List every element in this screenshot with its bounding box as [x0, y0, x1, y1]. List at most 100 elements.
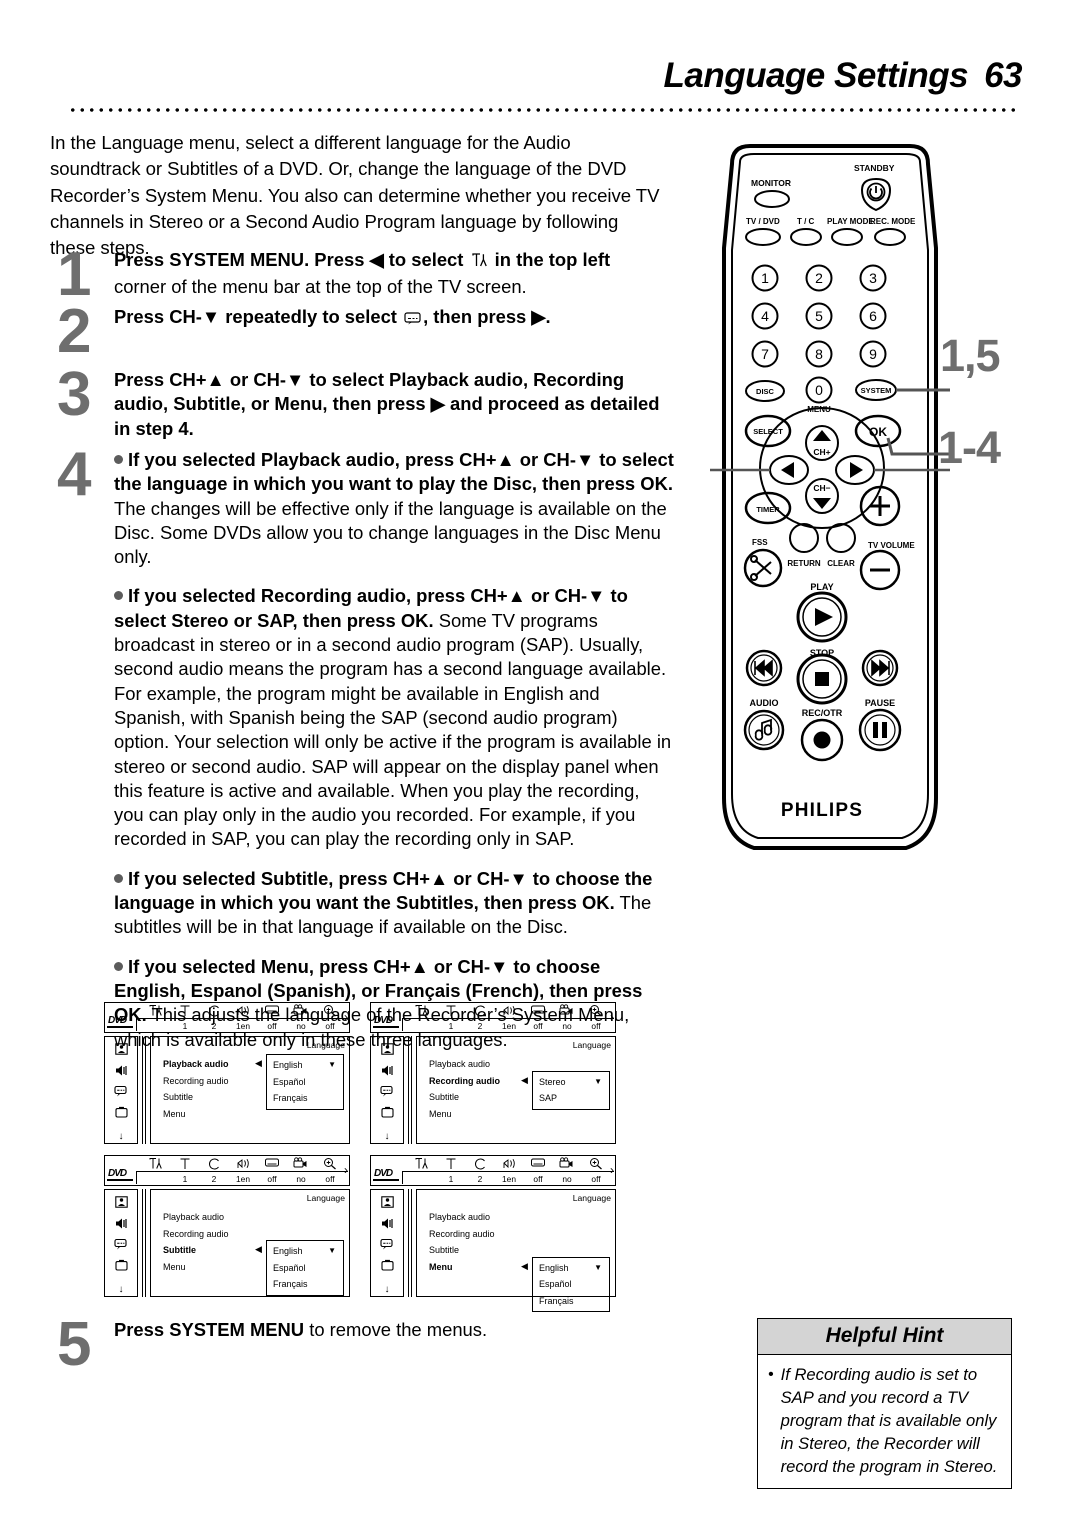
- picture-icon[interactable]: [371, 1196, 403, 1212]
- header-divider: [68, 108, 1020, 112]
- chevron-right-icon: ›: [344, 1010, 348, 1024]
- step-4-b3-bold: If you selected Subtitle, press CH+▲ or …: [114, 867, 653, 914]
- dvd-logo: DVD: [372, 1168, 400, 1181]
- dvd-logo: DVD: [106, 1168, 134, 1181]
- features-icon[interactable]: [105, 1259, 137, 1275]
- osd-item[interactable]: Recording audio: [429, 1226, 519, 1243]
- osd-sidebar: ↓: [104, 1189, 138, 1297]
- osd-screen-body: ↓ Language Playback audio Recording audio Su…: [370, 1189, 616, 1312]
- page-title: Language Settings 63: [663, 56, 1022, 96]
- osd-item-list: Playback audio Recording audio Subtitle Men…: [163, 1056, 253, 1122]
- bullet-icon: [114, 961, 123, 971]
- step-4-b1-plain: The changes will be effective only if th…: [114, 497, 667, 568]
- osd-screen-recording-audio: DVD 1 2 1en off no off › ↓ Language Playback audio…: [370, 1002, 618, 1144]
- helpful-hint-body: • If Recording audio is set to SAP and y…: [758, 1355, 1011, 1488]
- osd-option[interactable]: SAP: [533, 1090, 609, 1107]
- osd-item[interactable]: Subtitle: [163, 1089, 253, 1106]
- osd-item[interactable]: Playback audio: [163, 1209, 253, 1226]
- key-8: 8: [815, 346, 823, 362]
- osd-option[interactable]: English ▼: [267, 1057, 343, 1074]
- features-icon[interactable]: [371, 1259, 403, 1275]
- pause-label: PAUSE: [865, 698, 895, 708]
- osd-option[interactable]: Français: [267, 1276, 343, 1293]
- tv-dvd-label: TV / DVD: [746, 217, 780, 226]
- osd-item[interactable]: Menu: [429, 1106, 519, 1123]
- helpful-hint-box: Helpful Hint • If Recording audio is set…: [757, 1318, 1012, 1489]
- osd-item[interactable]: Subtitle: [429, 1089, 519, 1106]
- step-4-b1-bold: If you selected Playback audio, press CH…: [114, 449, 674, 495]
- ok-label: OK: [869, 425, 887, 439]
- osd-option[interactable]: Stereo ▼: [533, 1074, 609, 1091]
- osd-option[interactable]: Français: [533, 1293, 609, 1310]
- osd-panel: Language Playback audio Recording audio Sub…: [150, 1036, 350, 1144]
- osd-item[interactable]: Menu: [429, 1259, 519, 1276]
- osd-item[interactable]: Subtitle: [163, 1242, 253, 1259]
- osd-menu-bar: DVD 1 2 1en off no off ›: [104, 1002, 350, 1033]
- bullet-icon: [114, 455, 123, 464]
- selection-arrow-icon: ◀: [521, 1074, 528, 1085]
- page-header: Language Settings 63: [0, 56, 1080, 116]
- osd-item[interactable]: Menu: [163, 1259, 253, 1276]
- osd-option[interactable]: Español: [267, 1074, 343, 1091]
- scroll-down-icon[interactable]: ↓: [371, 1131, 403, 1142]
- key-1: 1: [761, 270, 769, 286]
- osd-option[interactable]: English ▼: [267, 1243, 343, 1260]
- subtitle-icon: [404, 308, 421, 332]
- return-label: RETURN: [787, 559, 821, 568]
- key-3: 3: [869, 270, 877, 286]
- features-icon[interactable]: [371, 1106, 403, 1122]
- features-icon[interactable]: [105, 1106, 137, 1122]
- disc-label: DISC: [756, 387, 775, 396]
- system-menu-button-label: SYSTEM: [861, 386, 892, 395]
- language-icon[interactable]: [371, 1238, 403, 1255]
- callout-steps-1-5: 1,5: [940, 330, 1001, 381]
- clear-label: CLEAR: [827, 559, 855, 568]
- chevron-right-icon: ›: [610, 1010, 614, 1024]
- language-icon[interactable]: [105, 1238, 137, 1255]
- osd-item[interactable]: Playback audio: [429, 1056, 519, 1073]
- step-4-bullet-subtitle: If you selected Subtitle, press CH+▲ or …: [114, 867, 674, 940]
- osd-item[interactable]: Recording audio: [429, 1073, 519, 1090]
- step-4-b2-plain: Some TV programs broadcast in stereo or …: [114, 609, 672, 801]
- osd-item[interactable]: Recording audio: [163, 1226, 253, 1243]
- osd-option[interactable]: Español: [267, 1260, 343, 1277]
- sound-icon[interactable]: [371, 1217, 403, 1234]
- scroll-down-icon[interactable]: ↓: [371, 1284, 403, 1295]
- step-3-number: 3: [57, 360, 92, 429]
- osd-item[interactable]: Subtitle: [429, 1242, 519, 1259]
- osd-item[interactable]: Playback audio: [429, 1209, 519, 1226]
- language-icon[interactable]: [105, 1085, 137, 1102]
- osd-bar-columns: 1 2 1en off no off: [136, 1003, 349, 1034]
- bullet-icon: [114, 591, 123, 601]
- osd-menu-bar: DVD 1 2 1en off no off ›: [104, 1155, 350, 1186]
- osd-screen-subtitle: DVD 1 2 1en off no off › ↓ Language Playback audio…: [104, 1155, 352, 1297]
- osd-screen-body: ↓ Language Playback audio Recording audio Su…: [104, 1036, 350, 1144]
- selection-arrow-icon: ◀: [255, 1058, 262, 1068]
- picture-icon[interactable]: [105, 1196, 137, 1212]
- osd-panel-label: Language: [306, 1193, 345, 1203]
- step-2-bold-a: Press CH-▼ repeatedly to select: [114, 306, 397, 327]
- sound-icon[interactable]: [371, 1064, 403, 1081]
- osd-menu-bar: DVD 1 2 1en off no off ›: [370, 1155, 616, 1186]
- osd-option[interactable]: Español: [533, 1276, 609, 1293]
- chevron-down-icon: ▼: [328, 1060, 336, 1069]
- osd-option[interactable]: Français: [267, 1090, 343, 1107]
- remote-control-illustration: MONITOR STANDBY TV / DVD T / C PLAY MODE…: [698, 138, 958, 868]
- osd-panel-label: Language: [572, 1193, 611, 1203]
- ch-minus-label: CH−: [813, 483, 830, 493]
- osd-item[interactable]: Playback audio: [163, 1056, 253, 1073]
- sound-icon[interactable]: [105, 1217, 137, 1234]
- sound-icon[interactable]: [105, 1064, 137, 1081]
- picture-icon[interactable]: [371, 1043, 403, 1059]
- osd-option[interactable]: English ▼: [533, 1260, 609, 1277]
- language-icon[interactable]: [371, 1085, 403, 1102]
- osd-item[interactable]: Recording audio: [163, 1073, 253, 1090]
- key-7: 7: [761, 346, 769, 362]
- audio-label: AUDIO: [750, 698, 779, 708]
- scroll-down-icon[interactable]: ↓: [105, 1131, 137, 1142]
- step-5-plain: to remove the menus.: [309, 1319, 488, 1340]
- scroll-down-icon[interactable]: ↓: [105, 1284, 137, 1295]
- picture-icon[interactable]: [105, 1043, 137, 1059]
- osd-panel: Language Playback audio Recording audio Sub…: [416, 1189, 616, 1312]
- osd-item[interactable]: Menu: [163, 1106, 253, 1123]
